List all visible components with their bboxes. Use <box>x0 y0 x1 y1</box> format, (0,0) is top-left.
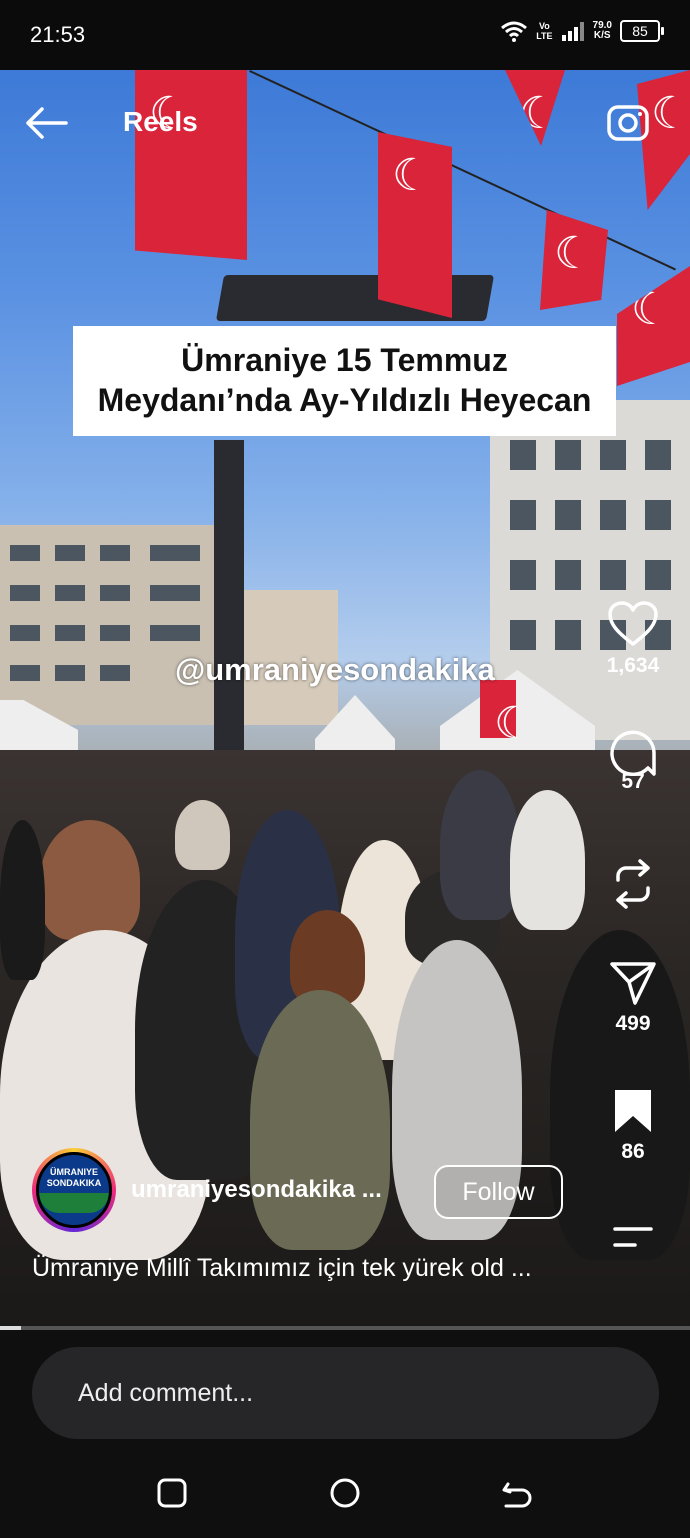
video-title-line1: Ümraniye 15 Temmuz <box>181 342 508 378</box>
page-title: Reels <box>123 106 198 137</box>
like-count: 1,634 <box>606 654 660 677</box>
avatar-text-line1: ÜMRANIYE <box>49 1167 98 1177</box>
flag <box>505 70 565 146</box>
avatar[interactable]: ÜMRANIYE SONDAKIKA <box>32 1148 116 1232</box>
camera-icon[interactable] <box>606 100 650 144</box>
wifi-icon <box>501 21 528 42</box>
home-icon[interactable] <box>328 1476 362 1510</box>
post-caption[interactable]: Ümraniye Millî Takımımız için tek yürek … <box>32 1254 532 1283</box>
save-count: 86 <box>621 1140 645 1163</box>
repost-icon <box>616 859 650 909</box>
comment-count: 57 <box>621 770 645 793</box>
video-watermark: @umraniyesondakika <box>175 652 495 687</box>
bookmark-icon <box>615 1090 651 1132</box>
crowd <box>0 750 690 1326</box>
flag <box>540 210 608 310</box>
status-time: 21:53 <box>30 22 86 47</box>
video-title-overlay: Ümraniye 15 Temmuz Meydanı’nda Ay-Yıldız… <box>73 326 616 436</box>
flag <box>480 680 533 749</box>
network-bottom: LTE <box>536 31 553 41</box>
status-icons: Vo LTE 79.0 K/S 85 <box>500 20 664 42</box>
flag <box>135 70 247 260</box>
back-arrow-icon[interactable] <box>24 105 68 141</box>
status-bar: 21:53 Vo LTE 79.0 K/S 85 <box>0 0 690 70</box>
flag <box>378 132 452 318</box>
avatar-text-line2: SONDAKIKA <box>46 1178 102 1188</box>
heart-icon <box>608 601 658 646</box>
flag <box>617 266 690 386</box>
signal-icon <box>561 22 584 41</box>
comment-button[interactable]: 57 <box>600 728 666 794</box>
network-speed: 79.0 K/S <box>593 21 612 41</box>
battery-indicator: 85 <box>620 20 664 42</box>
avatar-image: ÜMRANIYE SONDAKIKA <box>36 1152 112 1228</box>
comment-input[interactable]: Add comment... <box>32 1347 659 1439</box>
network-top: Vo <box>538 21 550 31</box>
video-title-line2: Meydanı’nda Ay-Yıldızlı Heyecan <box>97 382 592 418</box>
speed-unit: K/S <box>593 30 611 41</box>
save-button[interactable]: 86 <box>600 1088 666 1164</box>
system-back-icon[interactable] <box>500 1476 534 1510</box>
avatar-decoration <box>39 1193 109 1213</box>
remix-button[interactable] <box>600 858 666 910</box>
more-options-button[interactable] <box>600 1225 666 1249</box>
share-button[interactable]: 499 <box>600 960 666 1036</box>
building-left <box>0 525 215 725</box>
like-button[interactable]: 1,634 <box>600 600 666 678</box>
send-icon <box>610 962 656 1005</box>
lamp-pole-arm <box>215 275 495 321</box>
author-username[interactable]: umraniyesondakika ... <box>131 1176 382 1204</box>
menu-lines-icon <box>613 1227 653 1247</box>
recent-apps-icon[interactable] <box>155 1476 189 1510</box>
reel-video[interactable]: Ümraniye 15 Temmuz Meydanı’nda Ay-Yıldız… <box>0 70 690 1326</box>
share-count: 499 <box>615 1012 651 1035</box>
follow-button[interactable]: Follow <box>434 1165 563 1219</box>
network-type: Vo LTE <box>536 21 552 41</box>
